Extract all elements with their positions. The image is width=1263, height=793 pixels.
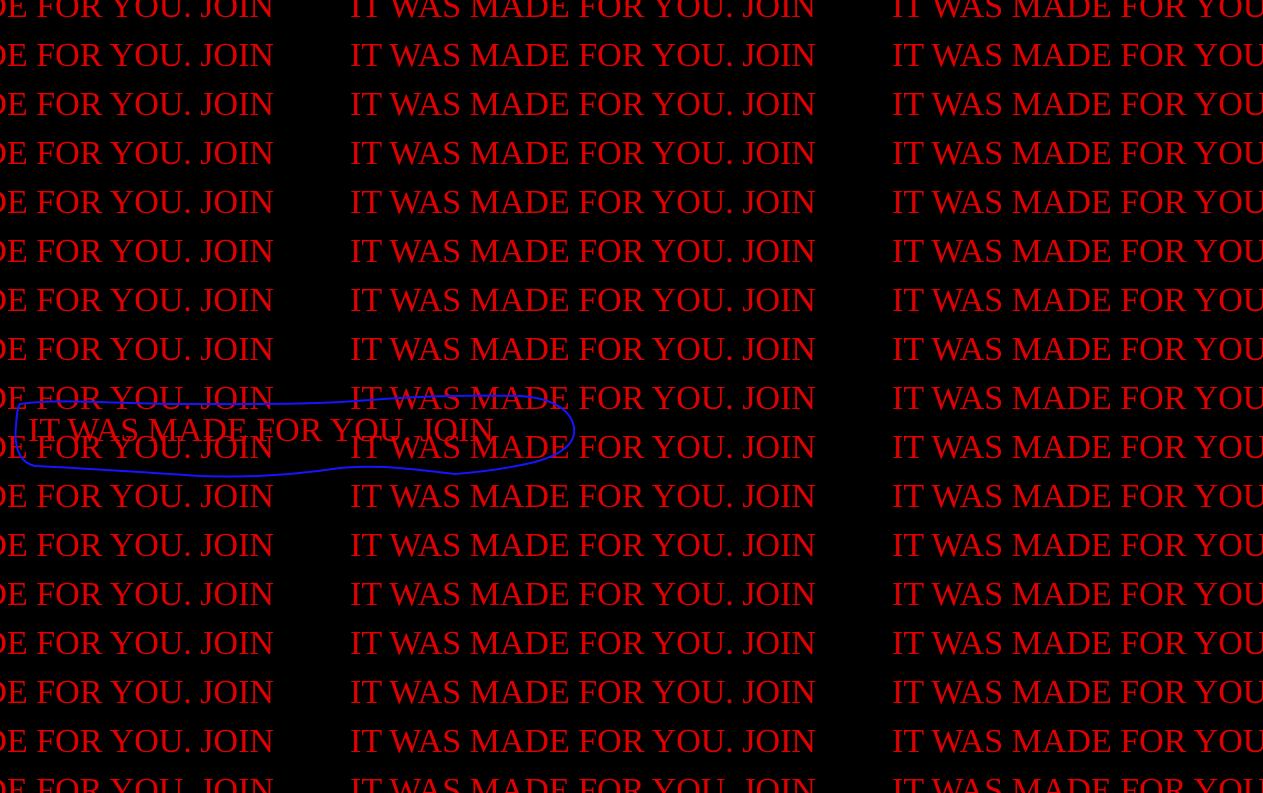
repeated-phrase: IT WAS MADE FOR YOU. JOIN: [350, 233, 816, 270]
repeated-phrase: IT WAS MADE FOR YOU. JOIN: [0, 135, 274, 172]
repeated-phrase: IT WAS MADE FOR YOU. JOIN: [350, 184, 816, 221]
repeated-phrase: IT WAS MADE FOR YOU. JOIN: [350, 86, 816, 123]
repeated-phrase: IT WAS MADE FOR YOU. JOIN: [0, 86, 274, 123]
text-row: IT WAS MADE FOR YOU. JOIN IT WAS MADE FOR…: [0, 276, 1263, 325]
repeated-phrase: IT WAS MADE FOR YOU. JOIN: [0, 184, 274, 221]
repeated-phrase: IT WAS MADE FOR YOU. JOIN: [0, 37, 274, 74]
repeated-phrase: IT WAS MADE FOR YOU. JOIN: [892, 282, 1263, 319]
text-row: IT WAS MADE FOR YOU. JOIN IT WAS MADE FOR…: [0, 472, 1263, 521]
text-row: IT WAS MADE FOR YOU. JOIN IT WAS MADE FOR…: [0, 80, 1263, 129]
text-row: IT WAS MADE FOR YOU. JOIN IT WAS MADE FOR…: [0, 129, 1263, 178]
text-row: IT WAS MADE FOR YOU. JOIN IT WAS MADE FOR…: [0, 570, 1263, 619]
text-row: IT WAS MADE FOR YOU. JOIN IT WAS MADE FOR…: [0, 178, 1263, 227]
text-row: IT WAS MADE FOR YOU. JOIN IT WAS MADE FOR…: [0, 766, 1263, 793]
repeated-phrase: IT WAS MADE FOR YOU. JOIN: [350, 37, 816, 74]
repeated-phrase: IT WAS MADE FOR YOU. JOIN: [892, 625, 1263, 662]
repeated-phrase: IT WAS MADE FOR YOU. JOIN: [892, 527, 1263, 564]
repeated-phrase: IT WAS MADE FOR YOU. JOIN: [892, 478, 1263, 515]
repeated-phrase: IT WAS MADE FOR YOU. JOIN: [0, 723, 274, 760]
repeated-phrase: IT WAS MADE FOR YOU. JOIN: [892, 0, 1263, 25]
repeated-phrase: IT WAS MADE FOR YOU. JOIN: [350, 772, 816, 793]
repeated-phrase: IT WAS MADE FOR YOU. JOIN: [350, 429, 816, 466]
repeated-phrase: IT WAS MADE FOR YOU. JOIN: [892, 772, 1263, 793]
repeated-phrase: IT WAS MADE FOR YOU. JOIN: [350, 527, 816, 564]
repeated-phrase: IT WAS MADE FOR YOU. JOIN: [0, 380, 274, 417]
repeated-phrase: IT WAS MADE FOR YOU. JOIN: [892, 37, 1263, 74]
text-row: IT WAS MADE FOR YOU. JOIN IT WAS MADE FOR…: [0, 325, 1263, 374]
repeated-phrase: IT WAS MADE FOR YOU. JOIN: [0, 576, 274, 613]
repeated-phrase: IT WAS MADE FOR YOU. JOIN: [892, 674, 1263, 711]
text-row: IT WAS MADE FOR YOU. JOIN IT WAS MADE FOR…: [0, 423, 1263, 472]
repeated-phrase: IT WAS MADE FOR YOU. JOIN: [0, 527, 274, 564]
repeated-phrase: IT WAS MADE FOR YOU. JOIN: [0, 429, 274, 466]
repeated-phrase: IT WAS MADE FOR YOU. JOIN: [0, 0, 274, 25]
repeated-phrase: IT WAS MADE FOR YOU. JOIN: [350, 331, 816, 368]
repeated-phrase: IT WAS MADE FOR YOU. JOIN: [892, 135, 1263, 172]
repeated-phrase: IT WAS MADE FOR YOU. JOIN: [350, 380, 816, 417]
repeated-phrase: IT WAS MADE FOR YOU. JOIN: [892, 233, 1263, 270]
repeated-phrase: IT WAS MADE FOR YOU. JOIN: [350, 723, 816, 760]
repeated-phrase: IT WAS MADE FOR YOU. JOIN: [0, 331, 274, 368]
page: IT WAS MADE FOR YOU. JOIN IT WAS MADE FOR…: [0, 0, 1263, 793]
repeated-phrase: IT WAS MADE FOR YOU. JOIN: [0, 282, 274, 319]
text-row: IT WAS MADE FOR YOU. JOIN IT WAS MADE FOR…: [0, 717, 1263, 766]
text-row: IT WAS MADE FOR YOU. JOIN IT WAS MADE FOR…: [0, 668, 1263, 717]
repeated-phrase: IT WAS MADE FOR YOU. JOIN: [892, 429, 1263, 466]
repeated-phrase: IT WAS MADE FOR YOU. JOIN: [350, 478, 816, 515]
repeated-phrase: IT WAS MADE FOR YOU. JOIN: [892, 723, 1263, 760]
text-row: IT WAS MADE FOR YOU. JOIN IT WAS MADE FOR…: [0, 0, 1263, 31]
repeated-phrase: IT WAS MADE FOR YOU. JOIN: [892, 576, 1263, 613]
repeated-phrase: IT WAS MADE FOR YOU. JOIN: [350, 135, 816, 172]
repeated-phrase: IT WAS MADE FOR YOU. JOIN: [350, 0, 816, 25]
repeated-phrase: IT WAS MADE FOR YOU. JOIN: [0, 772, 274, 793]
repeated-phrase: IT WAS MADE FOR YOU. JOIN: [350, 625, 816, 662]
repeated-phrase: IT WAS MADE FOR YOU. JOIN: [0, 674, 274, 711]
repeated-phrase: IT WAS MADE FOR YOU. JOIN: [0, 625, 274, 662]
text-row: IT WAS MADE FOR YOU. JOIN IT WAS MADE FOR…: [0, 521, 1263, 570]
repeated-phrase: IT WAS MADE FOR YOU. JOIN: [350, 674, 816, 711]
repeated-phrase: IT WAS MADE FOR YOU. JOIN: [892, 331, 1263, 368]
repeated-phrase: IT WAS MADE FOR YOU. JOIN: [350, 576, 816, 613]
text-row: IT WAS MADE FOR YOU. JOIN IT WAS MADE FOR…: [0, 619, 1263, 668]
repeated-phrase: IT WAS MADE FOR YOU. JOIN: [350, 282, 816, 319]
repeated-phrase: IT WAS MADE FOR YOU. JOIN: [892, 184, 1263, 221]
repeated-phrase: IT WAS MADE FOR YOU. JOIN: [892, 86, 1263, 123]
repeated-phrase: IT WAS MADE FOR YOU. JOIN: [0, 478, 274, 515]
text-row: IT WAS MADE FOR YOU. JOIN IT WAS MADE FOR…: [0, 31, 1263, 80]
text-row: IT WAS MADE FOR YOU. JOIN IT WAS MADE FOR…: [0, 374, 1263, 423]
repeated-phrase: IT WAS MADE FOR YOU. JOIN: [0, 233, 274, 270]
repeated-phrase: IT WAS MADE FOR YOU. JOIN: [892, 380, 1263, 417]
repeated-text-grid: IT WAS MADE FOR YOU. JOIN IT WAS MADE FOR…: [0, 0, 1263, 793]
text-row: IT WAS MADE FOR YOU. JOIN IT WAS MADE FOR…: [0, 227, 1263, 276]
